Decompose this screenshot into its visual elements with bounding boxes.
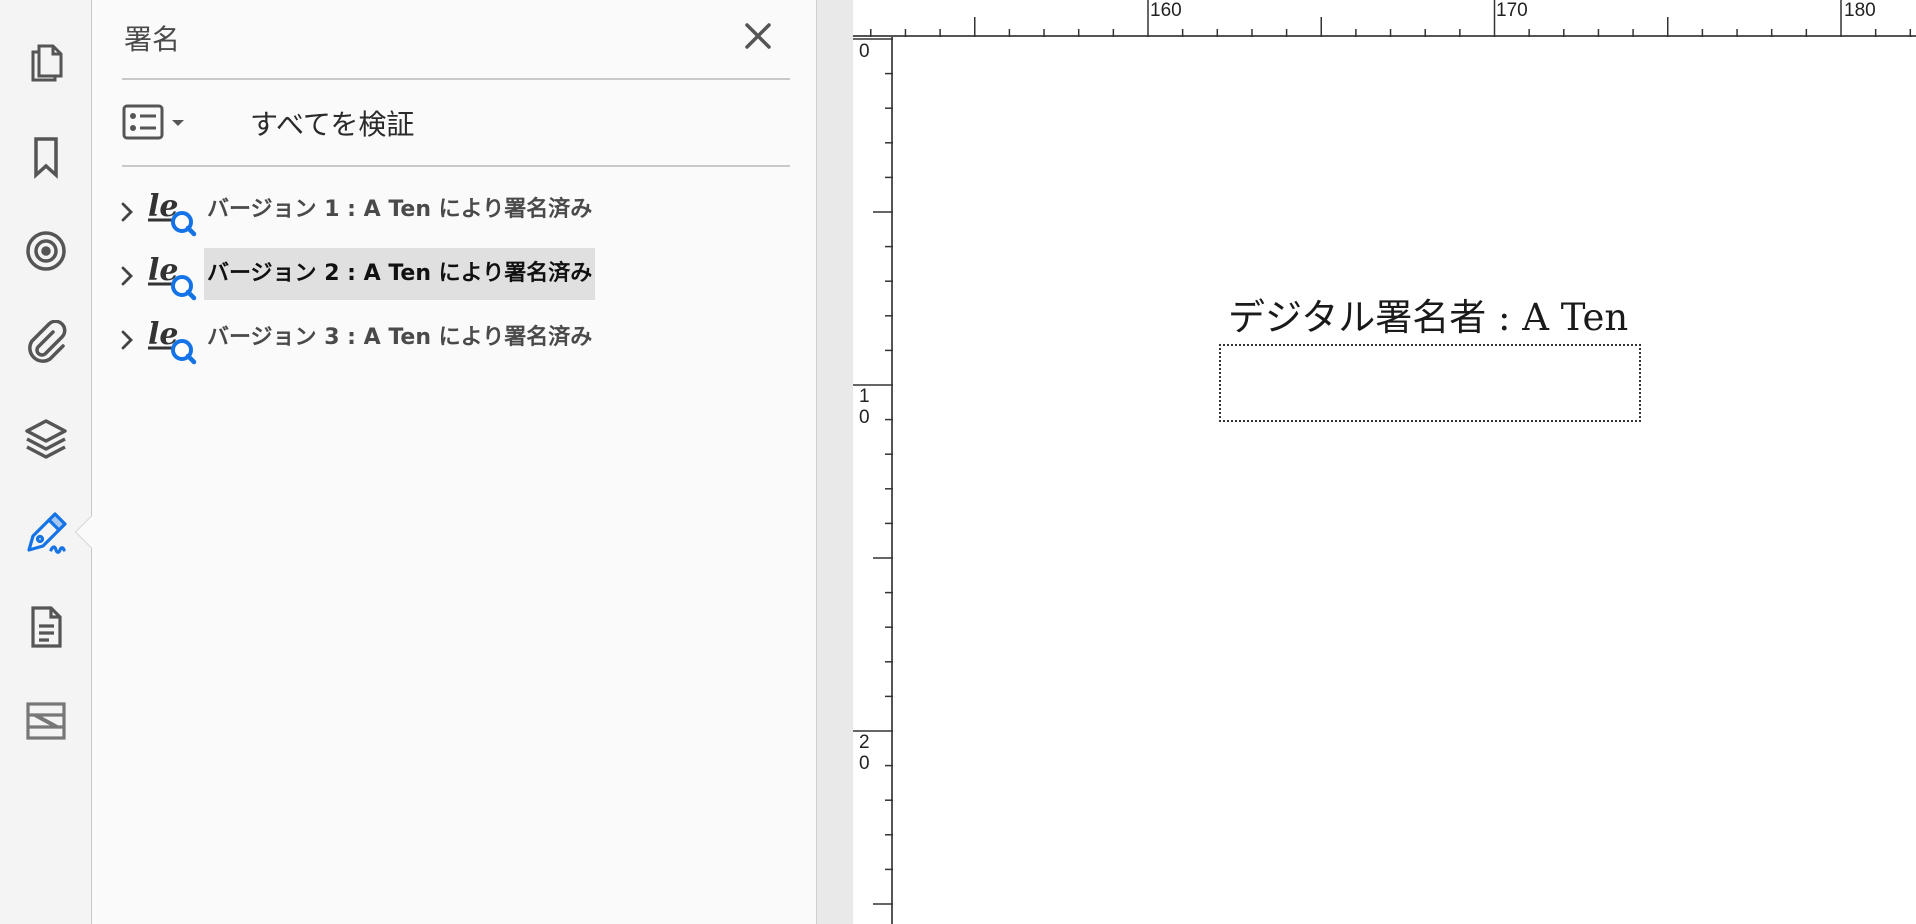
expand-chevron-icon[interactable] bbox=[114, 196, 140, 228]
signature-label[interactable]: バージョン 3 : A Ten により署名済み bbox=[204, 318, 595, 370]
panel-title: 署名 bbox=[124, 23, 181, 56]
horizontal-ruler: 160 170 180 bbox=[853, 0, 1916, 37]
ruler-label: 1 bbox=[859, 386, 870, 407]
signature-verify-icon: le bbox=[148, 189, 197, 237]
ruler-label: 170 bbox=[1496, 0, 1528, 21]
ruler-label: 180 bbox=[1844, 0, 1876, 21]
target-icon[interactable] bbox=[19, 224, 73, 278]
signature-field[interactable] bbox=[1219, 344, 1641, 422]
signature-pen-icon[interactable] bbox=[19, 506, 73, 560]
vertical-ruler: 0 1 0 2 0 bbox=[853, 37, 893, 924]
panel-toolbar: すべてを検証 bbox=[122, 95, 790, 151]
active-tab-pointer bbox=[76, 516, 92, 548]
app-window: 署名 すべてを検証 le バージョン 1: A Ten により署名済み le … bbox=[0, 0, 1916, 924]
signature-label[interactable]: バージョン 2 : A Ten により署名済み bbox=[204, 248, 596, 300]
bookmark-icon[interactable] bbox=[19, 130, 73, 184]
close-icon bbox=[745, 23, 771, 49]
list-options-icon bbox=[122, 104, 164, 140]
signature-verify-icon: le bbox=[148, 317, 197, 365]
vertical-ruler-ticks bbox=[853, 38, 893, 905]
horizontal-ruler-ticks bbox=[870, 0, 1912, 37]
options-menu-button[interactable] bbox=[122, 103, 198, 143]
ruler-label: 2 bbox=[859, 732, 870, 753]
expand-chevron-icon[interactable] bbox=[114, 324, 140, 356]
pages-icon[interactable] bbox=[19, 36, 73, 90]
layers-icon[interactable] bbox=[19, 412, 73, 466]
ruler-label: 160 bbox=[1150, 0, 1182, 21]
signature-row[interactable]: le バージョン 1 : A Ten により署名済み bbox=[114, 184, 774, 240]
ruler-label: 0 bbox=[859, 753, 870, 774]
verify-all-button[interactable]: すべてを検証 bbox=[250, 103, 414, 143]
ruler-label: 0 bbox=[859, 41, 870, 62]
close-panel-button[interactable] bbox=[738, 16, 778, 56]
document-page: デジタル署名者 : A Ten bbox=[895, 39, 1916, 924]
signature-caption: デジタル署名者 : A Ten bbox=[1228, 296, 1629, 339]
left-tool-rail bbox=[0, 0, 92, 924]
signatures-panel: 署名 すべてを検証 le バージョン 1: A Ten により署名済み le … bbox=[92, 0, 817, 924]
signature-label[interactable]: バージョン 1 : A Ten により署名済み bbox=[204, 190, 595, 242]
attachment-icon[interactable] bbox=[19, 316, 73, 370]
panel-divider bbox=[122, 78, 790, 80]
expand-chevron-icon[interactable] bbox=[114, 260, 140, 292]
chevron-down-icon bbox=[172, 120, 184, 126]
signature-verify-icon: le bbox=[148, 253, 197, 301]
document-icon[interactable] bbox=[19, 600, 73, 654]
compare-icon[interactable] bbox=[19, 694, 73, 748]
ruler-label: 0 bbox=[859, 407, 870, 428]
signature-row-selected[interactable]: le バージョン 2 : A Ten により署名済み bbox=[114, 248, 774, 304]
signature-row[interactable]: le バージョン 3 : A Ten により署名済み bbox=[114, 312, 774, 368]
panel-gutter[interactable] bbox=[817, 0, 853, 924]
panel-divider bbox=[122, 165, 790, 167]
